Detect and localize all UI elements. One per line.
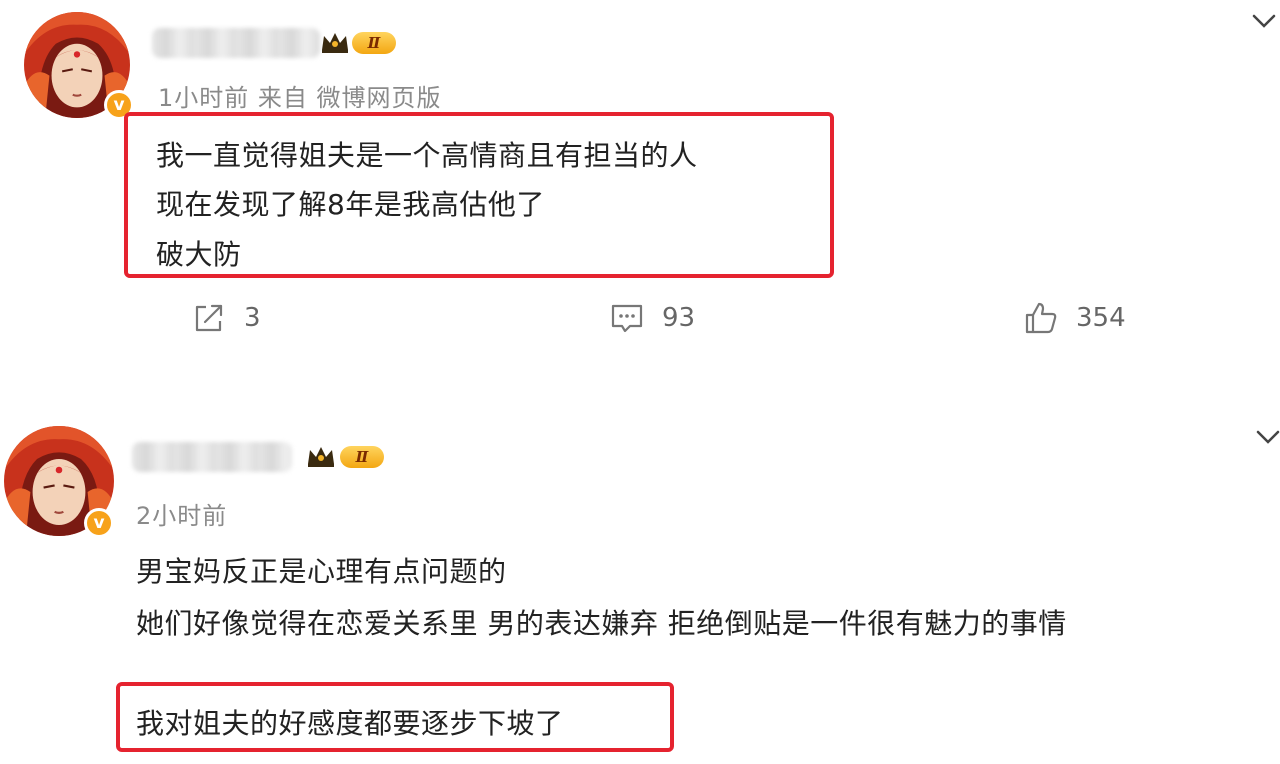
share-count: 3 <box>244 303 261 333</box>
comment-text-line: 她们好像觉得在恋爱关系里 男的表达嫌弃 拒绝倒贴是一件很有魅力的事情 <box>136 607 1067 640</box>
thumbs-up-icon <box>1025 302 1057 334</box>
crown-icon <box>322 33 348 53</box>
chevron-down-icon[interactable] <box>1256 428 1280 446</box>
like-button[interactable]: 354 <box>1024 300 1126 336</box>
comment-text-line: 男宝妈反正是心理有点问题的 <box>136 555 507 588</box>
comment-button[interactable]: 93 <box>610 300 695 336</box>
username-blurred[interactable] <box>132 442 292 472</box>
post-time-source: 1小时前 来自 微博网页版 <box>158 84 442 112</box>
verified-badge: v <box>84 508 114 538</box>
level-badge: Ⅱ <box>352 32 396 54</box>
chevron-down-icon[interactable] <box>1252 12 1276 30</box>
comment-text-line: 我对姐夫的好感度都要逐步下坡了 <box>136 707 564 740</box>
crown-icon <box>308 447 334 467</box>
comment-icon <box>611 304 643 333</box>
like-count: 354 <box>1076 303 1126 333</box>
comment-text-line: 现在发现了解8年是我高估他了 <box>156 188 545 221</box>
username-blurred[interactable] <box>152 28 320 58</box>
level-badge: Ⅱ <box>340 446 384 468</box>
comment-card: v Ⅱ 1小时前 来自 微博网页版 我一直觉得姐夫是一个高情商且有担当的人 现在… <box>0 0 1280 400</box>
share-button[interactable]: 3 <box>192 300 261 336</box>
comment-count: 93 <box>662 303 696 333</box>
share-icon <box>195 304 223 332</box>
comment-text-line: 我一直觉得姐夫是一个高情商且有担当的人 <box>156 139 698 172</box>
post-time: 2小时前 <box>136 502 228 530</box>
comment-text-line: 破大防 <box>156 238 242 271</box>
